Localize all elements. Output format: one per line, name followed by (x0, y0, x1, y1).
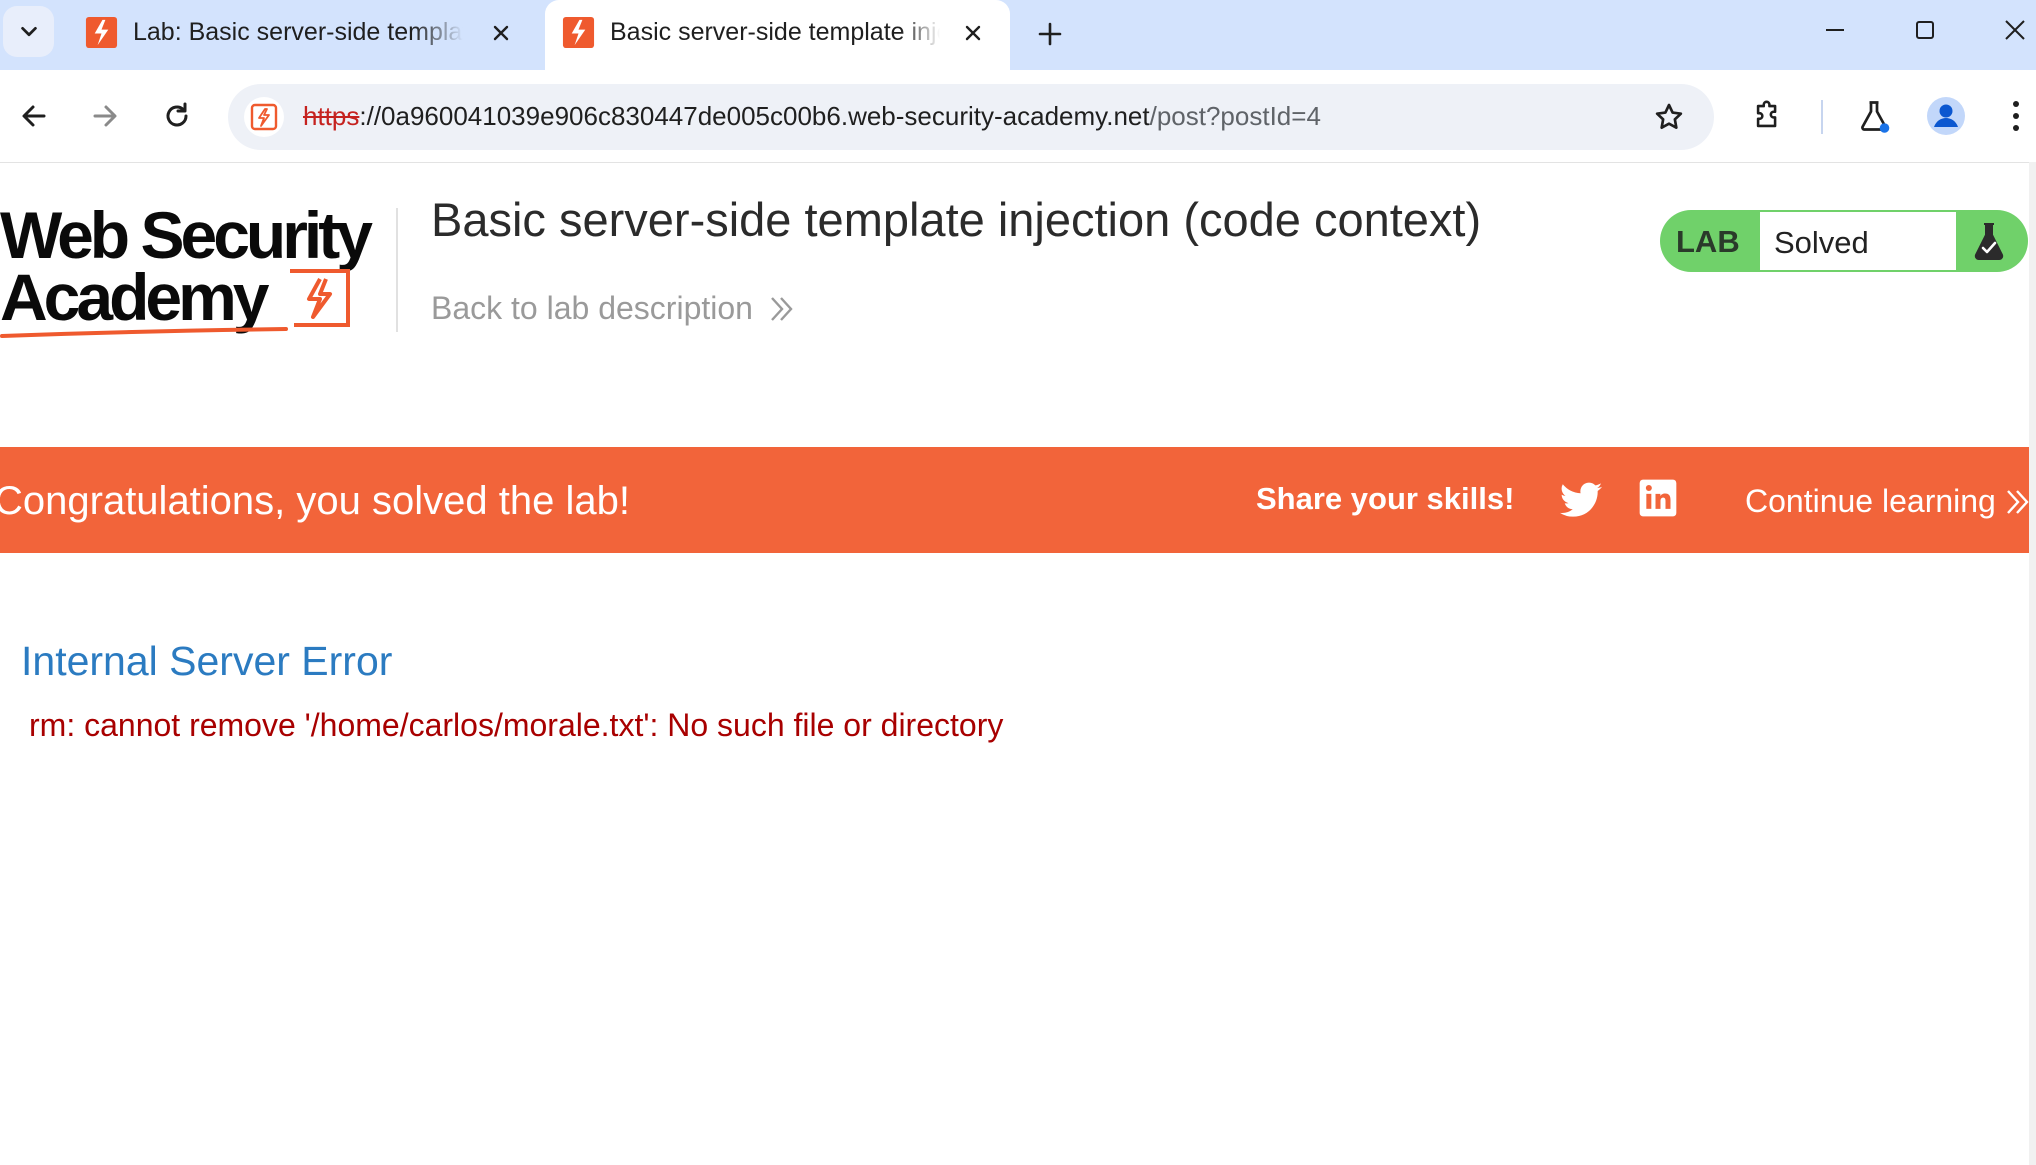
puzzle-piece-icon (1756, 100, 1777, 128)
logo-lightning-icon (290, 269, 350, 327)
site-info-button[interactable] (244, 97, 284, 137)
toolbar-separator (1821, 100, 1823, 134)
url-host: ://0a960041039e906c830447de005c00b6.web-… (359, 101, 1150, 131)
share-label: Share your skills! (1256, 481, 1515, 516)
scrollbar-track[interactable] (2029, 162, 2036, 1165)
congratulations-message: Congratulations, you solved the lab! (0, 479, 630, 523)
error-message: rm: cannot remove '/home/carlos/morale.t… (29, 707, 1004, 743)
lab-status-value: Solved (1774, 225, 1869, 260)
tab-title: Basic server-side template injection (co… (610, 18, 940, 46)
tab-search-button[interactable] (3, 6, 54, 57)
address-bar[interactable]: https://0a960041039e906c830447de005c00b6… (228, 84, 1714, 150)
new-tab-button[interactable] (1030, 14, 1070, 54)
extensions-button[interactable] (1744, 92, 1792, 140)
url-scheme: https (303, 101, 360, 131)
back-link-label: Back to lab description (431, 290, 753, 326)
close-icon (493, 25, 509, 41)
error-heading: Internal Server Error (21, 638, 393, 684)
arrow-left-icon (22, 105, 46, 127)
web-security-academy-favicon-icon (85, 16, 118, 49)
reload-button[interactable] (155, 94, 199, 138)
labs-button[interactable] (1850, 92, 1898, 140)
flask-icon (1861, 101, 1890, 133)
logo-line1: Web Security (0, 198, 373, 272)
back-to-lab-description-link[interactable]: Back to lab description (431, 290, 795, 327)
double-chevron-right-icon (2006, 489, 2029, 514)
tab-current-lab[interactable]: Basic server-side template injection (co… (545, 0, 1010, 70)
close-window-button[interactable] (1990, 10, 2036, 50)
minimize-button[interactable] (1810, 10, 1860, 50)
tab-close-button[interactable] (486, 18, 516, 48)
continue-learning-label: Continue learning (1745, 483, 1996, 519)
browser-toolbar: https://0a960041039e906c830447de005c00b6… (0, 70, 2036, 163)
double-chevron-right-icon (771, 296, 793, 321)
avatar-icon (1927, 97, 1965, 135)
star-icon (1655, 103, 1683, 129)
minimize-icon (1826, 29, 1844, 31)
lab-title: Basic server-side template injection (co… (431, 193, 1482, 246)
logo-underline-icon (0, 327, 288, 338)
web-security-academy-favicon-icon (562, 16, 595, 49)
solved-flask-icon (1974, 223, 2004, 260)
bookmark-button[interactable] (1648, 96, 1690, 138)
not-secure-lab-icon (250, 103, 278, 131)
more-vertical-icon (2013, 101, 2019, 131)
url-path: /post?postId=4 (1149, 101, 1321, 131)
close-icon (2005, 20, 2025, 40)
lab-status-box: Solved (1760, 212, 1956, 270)
forward-button[interactable] (83, 94, 127, 138)
header-divider (396, 208, 398, 332)
tab-close-button[interactable] (958, 18, 988, 48)
twitter-icon[interactable] (1558, 477, 1604, 523)
chevron-down-icon (20, 26, 37, 36)
url-text[interactable]: https://0a960041039e906c830447de005c00b6… (303, 101, 1321, 132)
tab-lab-description[interactable]: Lab: Basic server-side template injectio… (68, 0, 538, 70)
solved-banner: Congratulations, you solved the lab! Sha… (0, 447, 2029, 553)
menu-button[interactable] (1992, 92, 2036, 140)
tab-title: Lab: Basic server-side template injectio… (133, 18, 463, 46)
linkedin-icon[interactable] (1638, 478, 1678, 518)
logo-line2: Academy (0, 260, 269, 334)
profile-button[interactable] (1922, 92, 1970, 140)
continue-learning-link[interactable]: Continue learning (1745, 483, 2030, 520)
back-button[interactable] (12, 94, 56, 138)
web-security-academy-logo[interactable]: Web Security Academy (0, 198, 373, 338)
arrow-right-icon (93, 105, 117, 127)
plus-icon (1038, 22, 1062, 46)
close-icon (965, 25, 981, 41)
maximize-button[interactable] (1900, 10, 1950, 50)
lab-badge: LAB (1676, 224, 1740, 259)
lab-status-widget: LAB Solved (1660, 210, 2028, 272)
tab-strip: Lab: Basic server-side template injectio… (0, 0, 2036, 70)
maximize-icon (1916, 21, 1934, 39)
reload-icon (166, 102, 188, 127)
